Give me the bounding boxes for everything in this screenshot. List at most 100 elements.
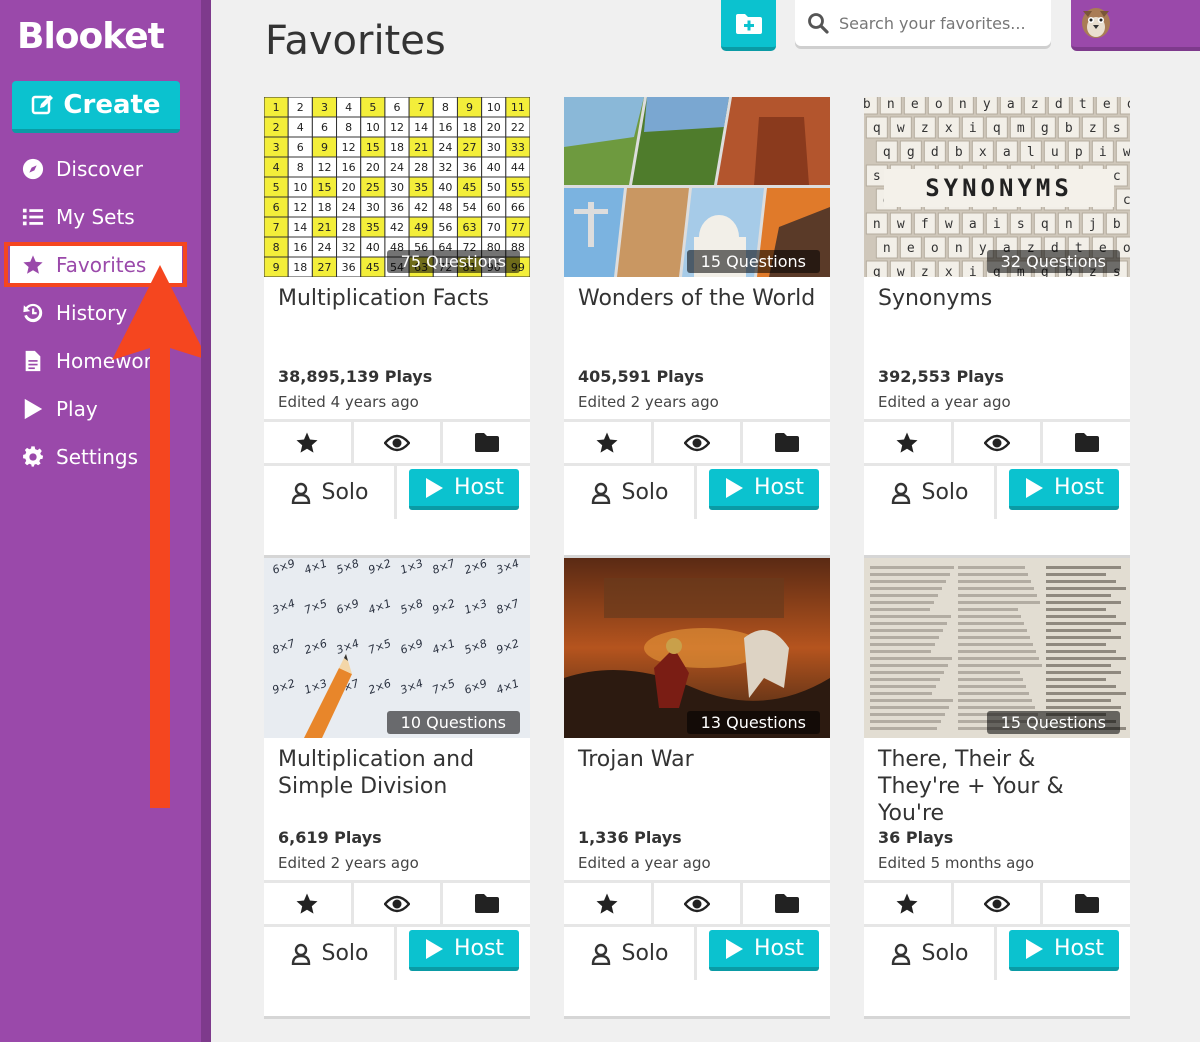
preview-button[interactable] xyxy=(354,422,444,463)
set-image-dictionary-page: 15 Questions xyxy=(864,558,1130,738)
eye-icon xyxy=(984,895,1010,912)
preview-button[interactable] xyxy=(654,422,744,463)
solo-button[interactable]: Solo xyxy=(264,466,397,519)
solo-button[interactable]: Solo xyxy=(864,927,997,980)
svg-text:n: n xyxy=(883,241,891,256)
svg-text:c: c xyxy=(1113,169,1121,184)
svg-text:s: s xyxy=(1017,217,1025,232)
person-icon xyxy=(891,943,910,965)
host-button[interactable]: Host xyxy=(1009,469,1119,510)
nav-play-label: Play xyxy=(56,397,98,421)
set-card[interactable]: 13 Questions Trojan War 1,336 Plays Edit… xyxy=(564,558,830,1016)
favorite-button[interactable] xyxy=(864,422,954,463)
favorite-button[interactable] xyxy=(864,883,954,924)
svg-text:o: o xyxy=(931,241,939,256)
nav-discover[interactable]: Discover xyxy=(10,149,182,189)
svg-text:10: 10 xyxy=(487,101,501,114)
solo-button[interactable]: Solo xyxy=(564,927,697,980)
svg-text:20: 20 xyxy=(366,161,380,174)
set-card[interactable]: 1 2 3 4 5 6 7 8 9 10 11 2 4 6 8 10 12 14 16 18 20 22 3 6 9 12 15 18… xyxy=(264,97,530,555)
svg-text:40: 40 xyxy=(438,181,452,194)
host-button[interactable]: Host xyxy=(409,469,519,510)
svg-text:w: w xyxy=(897,121,905,136)
svg-text:32: 32 xyxy=(438,161,452,174)
svg-text:18: 18 xyxy=(317,201,331,214)
host-button[interactable]: Host xyxy=(1009,930,1119,971)
set-card[interactable]: 15 Questions There, Their & They're + Yo… xyxy=(864,558,1130,1016)
host-button[interactable]: Host xyxy=(709,469,819,510)
page-title: Favorites xyxy=(265,18,446,64)
svg-text:28: 28 xyxy=(414,161,428,174)
add-to-folder-button[interactable] xyxy=(443,422,530,463)
svg-text:g: g xyxy=(1041,121,1049,136)
star-icon xyxy=(596,432,618,453)
set-card[interactable]: bneonyazdteoqwzxiqmgbzsqgdbxalupiwsnhsih… xyxy=(864,97,1130,555)
svg-text:36: 36 xyxy=(463,161,477,174)
avatar[interactable] xyxy=(1080,5,1112,39)
play-row: Solo Host xyxy=(864,463,1130,519)
svg-text:w: w xyxy=(1123,145,1130,160)
svg-text:11: 11 xyxy=(511,101,525,114)
play-row: Solo Host xyxy=(564,924,830,980)
blooket-logo[interactable]: Blooket xyxy=(17,16,165,57)
add-to-folder-button[interactable] xyxy=(743,883,830,924)
solo-button[interactable]: Solo xyxy=(864,466,997,519)
question-count-badge: 32 Questions xyxy=(986,250,1120,273)
favorite-button[interactable] xyxy=(564,422,654,463)
svg-text:i: i xyxy=(1099,145,1107,160)
add-to-folder-button[interactable] xyxy=(743,422,830,463)
preview-button[interactable] xyxy=(954,883,1044,924)
eye-icon xyxy=(684,434,710,451)
user-menu[interactable] xyxy=(1071,0,1200,51)
host-button[interactable]: Host xyxy=(409,930,519,971)
document-icon xyxy=(25,350,41,372)
solo-button[interactable]: Solo xyxy=(564,466,697,519)
svg-text:b: b xyxy=(955,145,963,160)
add-to-folder-button[interactable] xyxy=(1043,422,1130,463)
play-icon xyxy=(725,477,743,498)
create-button[interactable]: Create xyxy=(12,81,180,133)
preview-button[interactable] xyxy=(954,422,1044,463)
search-input[interactable] xyxy=(839,13,1029,33)
svg-text:24: 24 xyxy=(438,141,452,154)
svg-text:16: 16 xyxy=(342,161,356,174)
question-count-badge: 15 Questions xyxy=(686,250,820,273)
play-count: 1,336 Plays xyxy=(578,828,682,847)
svg-text:e: e xyxy=(907,241,915,256)
nav-my-sets[interactable]: My Sets xyxy=(10,197,182,237)
play-row: Solo Host xyxy=(864,924,1130,980)
favorite-button[interactable] xyxy=(264,422,354,463)
svg-text:z: z xyxy=(921,121,929,136)
svg-text:18: 18 xyxy=(293,261,307,274)
svg-text:20: 20 xyxy=(342,181,356,194)
svg-text:12: 12 xyxy=(293,201,307,214)
new-folder-button[interactable] xyxy=(721,0,776,51)
favorite-button[interactable] xyxy=(264,883,354,924)
search-box[interactable] xyxy=(795,0,1051,46)
svg-text:n: n xyxy=(1065,217,1073,232)
svg-text:n: n xyxy=(873,217,881,232)
list-icon xyxy=(22,208,44,226)
preview-button[interactable] xyxy=(354,883,444,924)
add-to-folder-button[interactable] xyxy=(1043,883,1130,924)
set-card[interactable]: 6×9 3×4 8×7 9×2 4×1 7×5 2×6 1×3 5×8 6×9 3×4 8×7 9×2 4… xyxy=(264,558,530,1016)
svg-text:p: p xyxy=(1075,145,1083,160)
solo-button[interactable]: Solo xyxy=(264,927,397,980)
set-image-letter-tiles: bneonyazdteoqwzxiqmgbzsqgdbxalupiwsnhsih… xyxy=(864,97,1130,277)
card-actions xyxy=(264,419,530,463)
svg-text:22: 22 xyxy=(511,121,525,134)
add-to-folder-button[interactable] xyxy=(443,883,530,924)
svg-text:16: 16 xyxy=(438,121,452,134)
svg-text:70: 70 xyxy=(487,221,501,234)
edited-time: Edited a year ago xyxy=(878,393,1011,411)
favorite-button[interactable] xyxy=(564,883,654,924)
svg-text:s: s xyxy=(1113,121,1121,136)
svg-text:o: o xyxy=(935,97,943,112)
preview-button[interactable] xyxy=(654,883,744,924)
play-row: Solo Host xyxy=(264,463,530,519)
solo-label: Solo xyxy=(621,480,669,505)
set-card[interactable]: 15 Questions Wonders of the World 405,59… xyxy=(564,97,830,555)
svg-text:36: 36 xyxy=(342,261,356,274)
host-button[interactable]: Host xyxy=(709,930,819,971)
create-label: Create xyxy=(63,90,161,120)
